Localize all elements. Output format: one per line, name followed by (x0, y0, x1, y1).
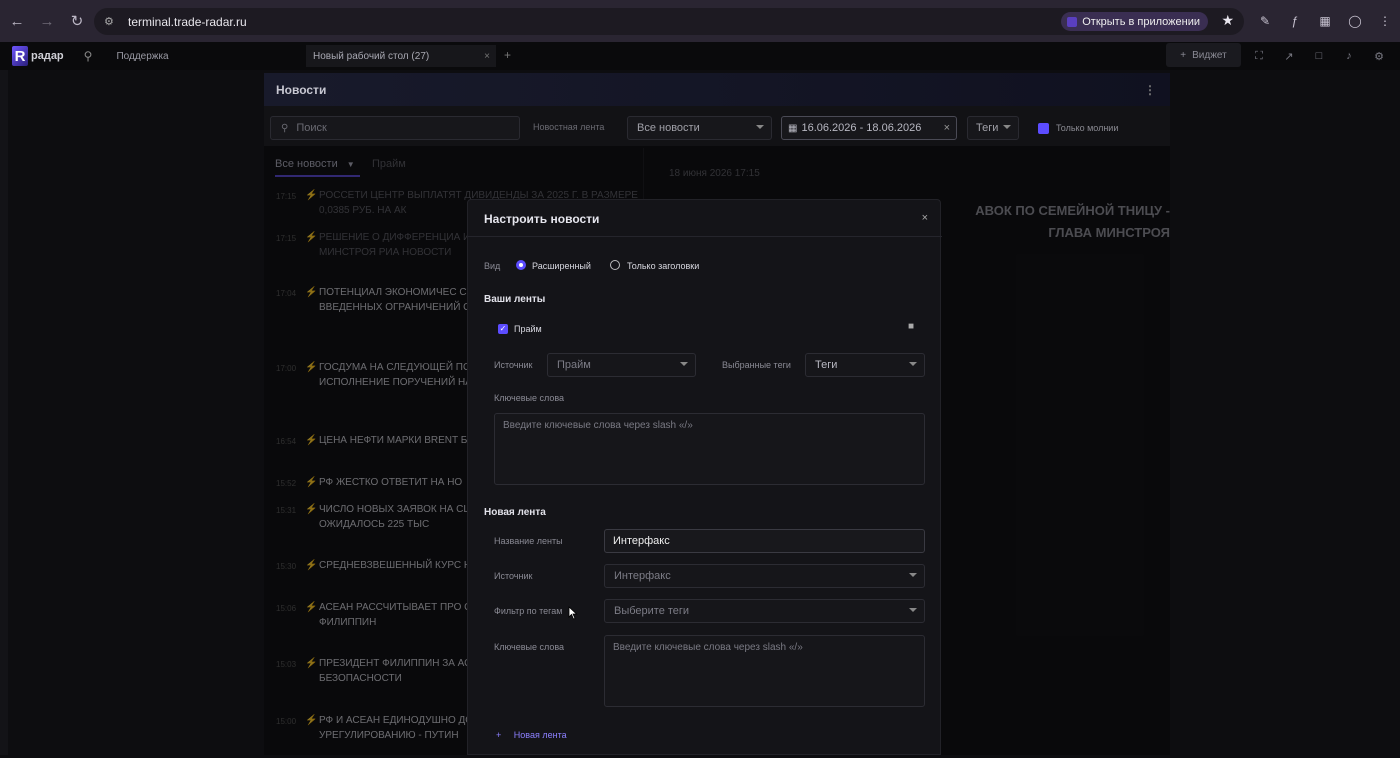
tag-filter-placeholder: Выберите теги (614, 605, 690, 617)
tags-select[interactable]: Теги (967, 116, 1019, 140)
address-bar[interactable]: ⚙ terminal.trade-radar.ru Открыть в прил… (94, 8, 1244, 35)
site-info-icon[interactable]: ⚙ (104, 15, 118, 29)
new-keywords-placeholder: Введите ключевые слова через slash «/» (613, 642, 803, 653)
calendar-icon: ▦ (788, 122, 798, 134)
news-search-input[interactable]: ⚲ Поиск (270, 116, 520, 140)
app-header: R радар ⚲ Поддержка Новый рабочий стол (… (0, 42, 1400, 70)
panel-title: Новости (276, 82, 327, 97)
panel-menu-icon[interactable]: ⋮ (1144, 83, 1156, 97)
logo-mark: R (12, 46, 28, 66)
feed-prime-label: Прайм (514, 324, 542, 334)
export-icon[interactable]: ↗ (1278, 46, 1300, 66)
tags-select-value: Теги (976, 122, 999, 134)
extensions-icon[interactable]: ▦ (1312, 8, 1338, 34)
selected-tags-value: Теги (815, 359, 838, 371)
keywords-label: Ключевые слова (494, 393, 565, 403)
widget-label: Виджет (1192, 49, 1227, 61)
back-icon[interactable]: ← (4, 8, 30, 34)
keywords-placeholder: Введите ключевые слова через slash «/» (503, 420, 693, 431)
clear-date-icon[interactable]: × (944, 122, 950, 134)
new-keywords-label: Ключевые слова (494, 642, 565, 652)
mouse-cursor (568, 606, 578, 620)
panel-header: Новости ⋮ (264, 73, 1170, 106)
chevron-down-icon (680, 362, 688, 366)
feed-select-value: Все новости (637, 122, 700, 134)
chevron-down-icon (909, 362, 917, 366)
browser-toolbar: ← → ↻ ⚙ terminal.trade-radar.ru Открыть … (0, 0, 1400, 42)
keywords-textarea[interactable]: Введите ключевые слова через slash «/» (494, 413, 925, 485)
add-feed-button[interactable]: + Новая лента (496, 730, 567, 740)
forward-icon[interactable]: → (34, 8, 60, 34)
new-keywords-textarea[interactable]: Введите ключевые слова через slash «/» (604, 635, 925, 707)
function-icon[interactable]: ƒ (1282, 8, 1308, 34)
filters-bar: ⚲ Поиск Новостная лента Все новости ▦ 16… (270, 116, 1162, 140)
chat-icon[interactable]: □ (1308, 46, 1330, 66)
left-edge (0, 70, 8, 755)
search-icon: ⚲ (281, 122, 289, 134)
source-select-value: Прайм (557, 359, 591, 371)
chevron-down-icon (1003, 125, 1011, 129)
view-extended-label: Расширенный (532, 261, 591, 271)
desk-tab-label: Новый рабочий стол (27) (313, 50, 430, 62)
profile-icon[interactable]: ◯ (1342, 8, 1368, 34)
new-source-label: Источник (494, 571, 533, 581)
headset-icon[interactable]: ♪ (1338, 46, 1360, 66)
date-range-value: 16.06.2026 - 18.06.2026 (801, 122, 922, 134)
open-in-app-button[interactable]: Открыть в приложении (1061, 12, 1208, 31)
feed-name-label: Название ленты (494, 536, 563, 546)
logo-text: радар (31, 50, 64, 62)
configure-news-modal: Настроить новости × Вид Расширенный Толь… (467, 199, 942, 755)
divider (468, 236, 942, 237)
add-widget-button[interactable]: + Виджет (1166, 43, 1241, 67)
desk-tab[interactable]: Новый рабочий стол (27) × (306, 45, 496, 67)
open-in-app-label: Открыть в приложении (1082, 15, 1200, 28)
close-tab-icon[interactable]: × (484, 51, 490, 62)
pen-icon[interactable]: ✎ (1252, 8, 1278, 34)
view-extended-radio[interactable] (516, 260, 526, 270)
tag-filter-label: Фильтр по тегам (494, 606, 563, 616)
new-feed-title: Новая лента (484, 507, 546, 518)
bookmark-star-icon[interactable]: ★ (1221, 12, 1234, 29)
search-placeholder: Поиск (296, 122, 327, 134)
logo[interactable]: R радар (12, 46, 64, 66)
date-range-picker[interactable]: ▦ 16.06.2026 - 18.06.2026 × (781, 116, 957, 140)
support-link[interactable]: Поддержка (116, 51, 168, 62)
modal-title: Настроить новости (484, 212, 600, 226)
app-icon (1067, 16, 1078, 27)
view-label: Вид (484, 261, 501, 271)
feed-prime-checkbox[interactable]: ✓ (498, 324, 508, 334)
url-text: terminal.trade-radar.ru (128, 14, 247, 29)
chevron-down-icon (909, 608, 917, 612)
add-feed-label: Новая лента (513, 730, 567, 740)
browser-menu-icon[interactable]: ⋮ (1372, 8, 1398, 34)
source-select[interactable]: Прайм (547, 353, 696, 377)
search-icon[interactable]: ⚲ (84, 49, 93, 63)
tag-filter-select[interactable]: Выберите теги (604, 599, 925, 623)
plus-icon: + (496, 730, 502, 740)
selected-tags-select[interactable]: Теги (805, 353, 925, 377)
new-source-select[interactable]: Интерфакс (604, 564, 925, 588)
feed-name-value: Интерфакс (613, 535, 670, 547)
trash-icon[interactable]: ■ (908, 321, 914, 332)
chevron-down-icon (909, 573, 917, 577)
reload-icon[interactable]: ↻ (64, 8, 90, 34)
close-icon[interactable]: × (922, 212, 928, 224)
chevron-down-icon (756, 125, 764, 129)
selected-tags-label: Выбранные теги (722, 360, 791, 370)
feed-label: Новостная лента (533, 122, 605, 132)
plus-icon: + (1180, 49, 1187, 61)
your-feeds-title: Ваши ленты (484, 294, 546, 305)
settings-icon[interactable]: ⚙ (1368, 46, 1390, 66)
view-headlines-label: Только заголовки (627, 261, 700, 271)
only-lightning-label: Только молнии (1056, 123, 1119, 133)
only-lightning-checkbox[interactable] (1038, 123, 1049, 134)
new-source-value: Интерфакс (614, 570, 671, 582)
add-tab-icon[interactable]: + (504, 48, 511, 62)
view-headlines-radio[interactable] (610, 260, 620, 270)
feed-name-input[interactable]: Интерфакс (604, 529, 925, 553)
source-label: Источник (494, 360, 533, 370)
fullscreen-icon[interactable]: ⛶ (1248, 46, 1270, 66)
feed-select[interactable]: Все новости (627, 116, 772, 140)
